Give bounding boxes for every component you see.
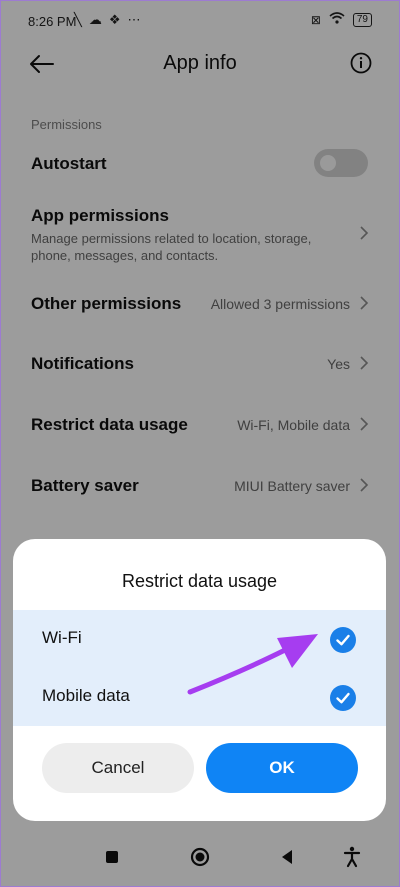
ok-button[interactable]: OK <box>206 743 358 793</box>
annotation-arrow <box>187 634 318 695</box>
checkmark-icon <box>336 634 350 646</box>
option-wifi-label: Wi-Fi <box>42 628 82 647</box>
checkbox-mobile-data[interactable] <box>330 685 356 711</box>
checkmark-icon <box>336 692 350 704</box>
checkbox-wifi[interactable] <box>330 627 356 653</box>
dialog-title: Restrict data usage <box>121 571 278 591</box>
option-mobile-data-label: Mobile data <box>42 686 130 705</box>
cancel-button[interactable]: Cancel <box>42 743 194 793</box>
